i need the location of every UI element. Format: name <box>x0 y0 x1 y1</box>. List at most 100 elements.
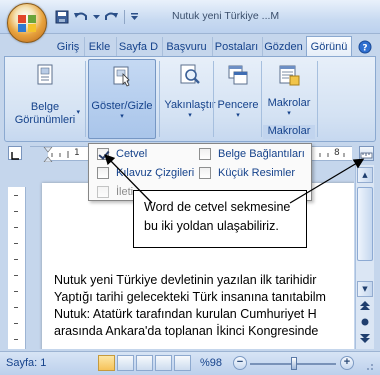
window-icon <box>228 65 248 85</box>
ribbon-panel: Belge Görünümleri ▾ Göster/Gizle ▾ Yakın… <box>4 56 376 142</box>
tab-sayfa-duzeni[interactable]: Sayfa D <box>116 37 160 56</box>
tab-basvurular[interactable]: Başvuru <box>162 37 210 56</box>
zoom-in-icon[interactable]: + <box>340 356 354 370</box>
ruler-tick <box>14 227 18 228</box>
outline-view-icon[interactable] <box>155 355 172 371</box>
thumbnails-option-label: Küçük Resimler <box>218 167 296 179</box>
tab-selector-button[interactable] <box>8 146 22 160</box>
chevron-down-icon: ▾ <box>188 112 192 119</box>
macros-group-label: Makrolar <box>263 125 315 139</box>
web-layout-view-icon[interactable] <box>136 355 153 371</box>
thumbnails-checkbox-item[interactable]: Küçük Resimler <box>199 167 295 179</box>
zoom-icon <box>180 64 200 84</box>
checkbox[interactable] <box>97 167 109 179</box>
macros-button[interactable]: Makrolar ▾ <box>263 59 315 125</box>
group-separator <box>159 61 160 137</box>
save-icon[interactable] <box>54 9 70 25</box>
full-screen-reading-view-icon[interactable] <box>117 355 134 371</box>
chevron-down-icon: ▾ <box>236 112 240 119</box>
zoom-button[interactable]: Yakınlaştır ▾ <box>161 59 219 139</box>
tab-gorunum[interactable]: Görünü <box>306 36 352 57</box>
group-separator <box>261 61 262 137</box>
tab-gozden-gecir[interactable]: Gözden <box>262 37 304 56</box>
ruler-tick <box>14 243 18 244</box>
print-layout-view-icon[interactable] <box>98 355 115 371</box>
qat-separator <box>124 10 125 24</box>
vertical-scrollbar[interactable]: ▲ ▼ <box>355 165 374 349</box>
redo-icon[interactable] <box>103 9 119 25</box>
document-views-icon <box>37 64 53 85</box>
document-views-label-2: Görünümleri <box>14 114 76 126</box>
next-page-icon[interactable] <box>357 331 373 347</box>
window-title: Nutuk yeni Türkiye ...M <box>172 10 280 22</box>
window-button[interactable]: Pencere ▾ <box>215 59 261 139</box>
help-icon[interactable]: ? <box>356 37 374 56</box>
office-button[interactable] <box>7 3 47 43</box>
previous-page-icon[interactable] <box>357 299 373 315</box>
document-views-button[interactable]: Belge Görünümleri ▾ <box>9 59 81 139</box>
group-separator <box>213 61 214 137</box>
vertical-ruler-margin <box>8 165 26 187</box>
vertical-ruler[interactable] <box>8 165 26 349</box>
ruler-tick <box>14 323 18 324</box>
ruler-toggle-icon <box>360 152 373 159</box>
ruler-number: 1 <box>74 148 80 158</box>
ruler-tick <box>14 339 18 340</box>
title-bar: Nutuk yeni Türkiye ...M <box>0 0 380 34</box>
ruler-tick <box>14 275 18 276</box>
zoom-level[interactable]: %98 <box>200 357 222 369</box>
document-line[interactable]: arasında Ankara'da toplanan İkinci Kongr… <box>54 324 318 338</box>
gridlines-option-label: Kılavuz Çizgileri <box>116 167 195 179</box>
ruler-checkbox-item[interactable]: Cetvel <box>97 148 147 160</box>
status-bar: Sayfa: 1 %98 − + <box>0 351 380 375</box>
chevron-down-icon: ▾ <box>76 109 80 116</box>
undo-icon[interactable] <box>73 9 89 25</box>
resize-grip-icon[interactable] <box>362 358 374 370</box>
scroll-thumb[interactable] <box>357 187 373 261</box>
page-indicator[interactable]: Sayfa: 1 <box>6 357 46 369</box>
zoom-slider-handle[interactable] <box>291 357 297 370</box>
ruler-tick <box>14 195 18 196</box>
macros-icon <box>279 65 300 86</box>
ruler-option-label: Cetvel <box>116 148 148 160</box>
document-line[interactable]: Yaptığı tarihi gelecekteki Türk insanına… <box>54 290 326 304</box>
draft-view-icon[interactable] <box>174 355 191 371</box>
document-map-checkbox-item[interactable]: Belge Bağlantıları <box>199 148 305 160</box>
scroll-up-icon[interactable]: ▲ <box>357 167 373 183</box>
show-hide-label: Göster/Gizle <box>91 100 153 112</box>
checkbox-disabled <box>97 186 109 198</box>
view-buttons <box>98 355 191 371</box>
window-label: Pencere <box>217 99 259 111</box>
document-line[interactable]: Nutuk yeni Türkiye devletinin yazılan il… <box>54 273 316 287</box>
tab-ekle[interactable]: Ekle <box>84 37 114 56</box>
ribbon-tabs: Giriş Ekle Sayfa D Başvuru Postaları Göz… <box>0 34 380 57</box>
document-views-label-1: Belge <box>30 101 60 113</box>
tab-postalar[interactable]: Postaları <box>212 37 260 56</box>
view-ruler-button[interactable] <box>359 146 374 161</box>
ruler-number: 8 <box>334 148 340 158</box>
scroll-down-icon[interactable]: ▼ <box>357 281 373 297</box>
document-line[interactable]: Nutuk: Atatürk tarafından kurulan Cumhur… <box>54 307 317 321</box>
checkbox[interactable] <box>199 148 211 160</box>
gridlines-checkbox-item[interactable]: Kılavuz Çizgileri <box>97 167 194 179</box>
zoom-label: Yakınlaştır <box>164 99 216 111</box>
ruler-tick <box>14 291 18 292</box>
ruler-tick <box>14 259 18 260</box>
message-bar-option-label: İleti <box>116 186 134 198</box>
checkbox[interactable] <box>199 167 211 179</box>
chevron-down-icon: ▾ <box>287 110 291 117</box>
browse-object-icon[interactable] <box>357 315 373 331</box>
tab-giris[interactable]: Giriş <box>54 37 82 56</box>
message-bar-checkbox-item: İleti <box>97 186 133 198</box>
callout-line-1: Word de cetvel sekmesine <box>144 200 291 214</box>
show-hide-button[interactable]: Göster/Gizle ▾ <box>88 59 156 139</box>
checkbox-checked[interactable] <box>97 148 109 160</box>
customize-qat-icon[interactable] <box>130 9 138 25</box>
callout-line-2: bu iki yoldan ulaşabiliriz. <box>144 219 279 233</box>
group-separator <box>317 61 318 137</box>
document-map-option-label: Belge Bağlantıları <box>218 148 305 160</box>
chevron-down-icon[interactable] <box>92 9 100 25</box>
group-separator <box>85 61 86 137</box>
ruler-tick <box>14 211 18 212</box>
zoom-out-icon[interactable]: − <box>233 356 247 370</box>
